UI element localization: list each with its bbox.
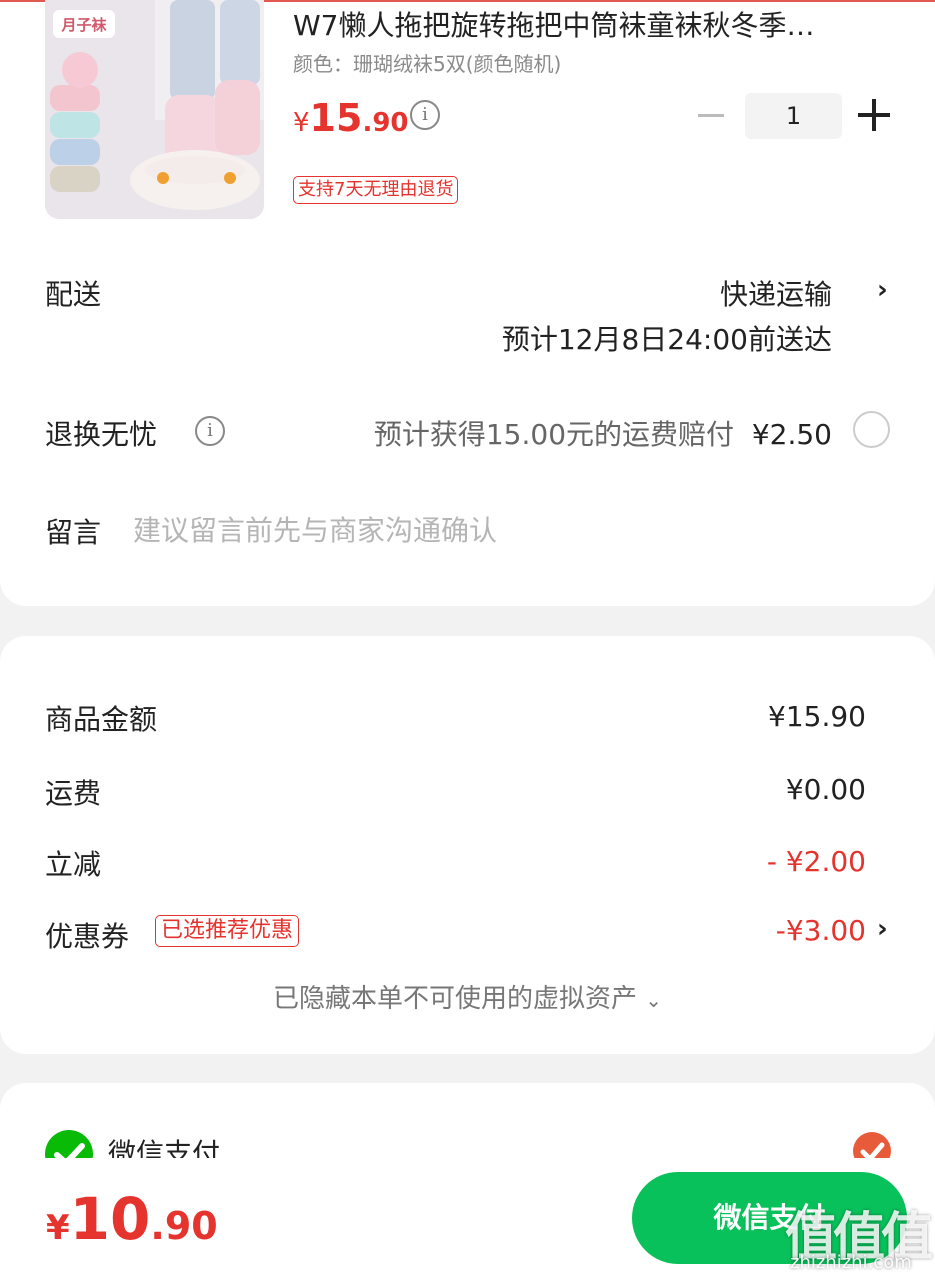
quantity-decrease-button[interactable] [698,114,724,117]
order-item-card: 月子袜 W7懒人拖把旋转拖把中筒袜童袜秋冬季… 颜色：珊瑚绒袜5双(颜色随机) … [0,0,935,606]
message-label: 留言 [45,516,102,549]
shipping-fee-label: 运费 [45,777,102,810]
message-input[interactable]: 建议留言前先与商家沟通确认 [133,509,497,549]
quantity-increase-button[interactable] [858,99,890,131]
price-info-icon[interactable]: i [410,100,440,130]
return-insurance-price: ¥2.50 [751,418,832,451]
delivery-label: 配送 [45,278,102,311]
product-thumbnail[interactable]: 月子袜 [45,0,264,219]
return-insurance-info-icon[interactable]: i [195,416,225,446]
return-insurance-label: 退换无忧 [45,418,158,451]
thumb-label: 月子袜 [60,16,107,34]
delivery-chevron-icon[interactable]: › [877,275,888,305]
return-insurance-radio[interactable] [853,411,890,448]
return-insurance-desc: 预计获得15.00元的运费赔付 ¥2.50 [374,413,832,453]
goods-amount-value: ¥15.90 [768,700,866,733]
shipping-fee-value: ¥0.00 [785,773,866,806]
total-price: ¥10.90 [46,1185,218,1253]
unit-price: ¥15.90 [293,96,409,140]
coupon-value[interactable]: -¥3.00 [776,914,866,947]
return-insurance-text: 预计获得15.00元的运费赔付 [373,418,735,451]
delivery-method[interactable]: 快递运输 [720,273,832,313]
hidden-assets-text: 已隐藏本单不可使用的虚拟资产 [272,984,637,1014]
instant-discount-value: - ¥2.00 [766,845,866,878]
total-decimal: .90 [150,1204,218,1248]
coupon-chevron-icon[interactable]: › [877,914,888,944]
product-title[interactable]: W7懒人拖把旋转拖把中筒袜童袜秋冬季… [293,4,893,44]
coupon-label: 优惠券 [45,920,130,953]
product-spec[interactable]: 颜色：珊瑚绒袜5双(颜色随机) [293,48,561,77]
price-decimal: .90 [362,108,409,138]
chevron-down-icon: ⌄ [645,988,663,1012]
delivery-eta: 预计12月8日24:00前送达 [501,323,832,356]
coupon-badge[interactable]: 已选推荐优惠 [155,915,300,947]
quantity-input[interactable]: 1 [745,93,842,139]
total-integer: 10 [69,1185,151,1253]
price-currency: ¥ [293,108,310,138]
price-integer: 15 [309,96,363,140]
total-currency: ¥ [46,1208,70,1248]
goods-amount-label: 商品金额 [45,703,158,736]
watermark-url: zhizhizhi.com [790,1252,912,1273]
instant-discount-label: 立减 [45,848,102,881]
return-policy-tag: 支持7天无理由退货 [293,176,459,204]
hidden-assets-toggle[interactable]: 已隐藏本单不可使用的虚拟资产 ⌄ [0,978,935,1015]
